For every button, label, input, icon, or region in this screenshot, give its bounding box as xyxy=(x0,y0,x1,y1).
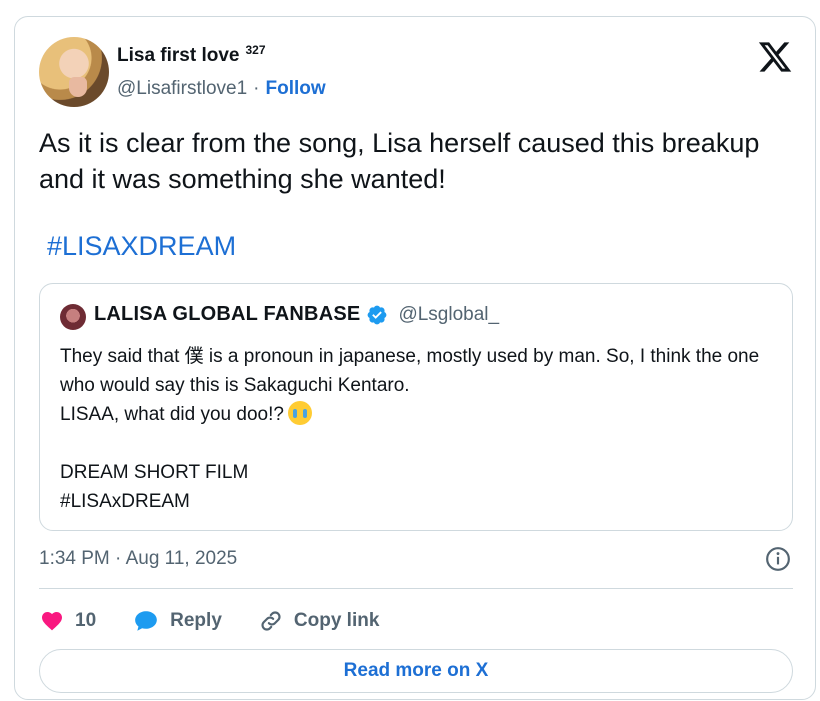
reply-label: Reply xyxy=(170,610,222,631)
quoted-author-name[interactable]: LALISA GLOBAL FANBASE xyxy=(94,303,360,326)
quoted-tweet-body: They said that 僕 is a pronoun in japanes… xyxy=(60,342,780,516)
author-display-name[interactable]: Lisa first love xyxy=(117,45,240,67)
quoted-tweet-header: LALISA GLOBAL FANBASE @Lsglobal_ xyxy=(94,303,499,326)
author-badge-number: 327 xyxy=(245,43,266,57)
author-handle-row: @Lisafirstlove1 · Follow xyxy=(117,78,326,100)
author-name-row: Lisa first love 327 xyxy=(117,43,266,67)
follow-button[interactable]: Follow xyxy=(266,78,326,100)
copy-link-button[interactable]: Copy link xyxy=(258,608,380,634)
tweet-timestamp[interactable]: 1:34 PM · Aug 11, 2025 xyxy=(39,548,237,570)
quoted-line: They said that 僕 is a pronoun in japanes… xyxy=(60,346,760,396)
embedded-tweet-card: Lisa first love 327 @Lisafirstlove1 · Fo… xyxy=(14,16,816,700)
reply-bubble-icon xyxy=(135,611,157,631)
link-icon xyxy=(261,611,281,631)
quoted-line: LISAA, what did you doo!? xyxy=(60,404,284,425)
loudly-crying-face-emoji-icon xyxy=(287,401,312,425)
heart-icon xyxy=(42,612,62,631)
quoted-line-with-emoji: LISAA, what did you doo!? xyxy=(60,400,780,429)
like-button[interactable]: 10 xyxy=(39,609,96,633)
author-avatar[interactable] xyxy=(39,37,109,107)
divider xyxy=(39,588,793,589)
quoted-tweet[interactable]: LALISA GLOBAL FANBASE @Lsglobal_ They sa… xyxy=(39,283,793,531)
info-icon[interactable] xyxy=(765,546,791,572)
separator-dot: · xyxy=(253,78,260,99)
read-more-button[interactable]: Read more on X xyxy=(39,649,793,693)
author-handle[interactable]: @Lisafirstlove1 xyxy=(117,78,247,100)
quoted-line xyxy=(60,429,780,458)
tweet-hashtag-link[interactable]: #LISAXDREAM xyxy=(47,231,236,262)
x-logo-icon[interactable] xyxy=(757,39,793,75)
quoted-line: DREAM SHORT FILM xyxy=(60,462,249,483)
like-count: 10 xyxy=(75,610,97,631)
reply-button[interactable]: Reply xyxy=(132,608,222,634)
verified-badge-icon xyxy=(368,305,387,324)
quoted-author-handle[interactable]: @Lsglobal_ xyxy=(398,304,499,326)
tweet-actions: 10 Reply Copy link xyxy=(39,606,415,636)
quoted-author-avatar[interactable] xyxy=(60,304,86,330)
quoted-line: #LISAxDREAM xyxy=(60,491,190,512)
copy-link-label: Copy link xyxy=(293,610,380,631)
tweet-text: As it is clear from the song, Lisa herse… xyxy=(39,128,760,194)
